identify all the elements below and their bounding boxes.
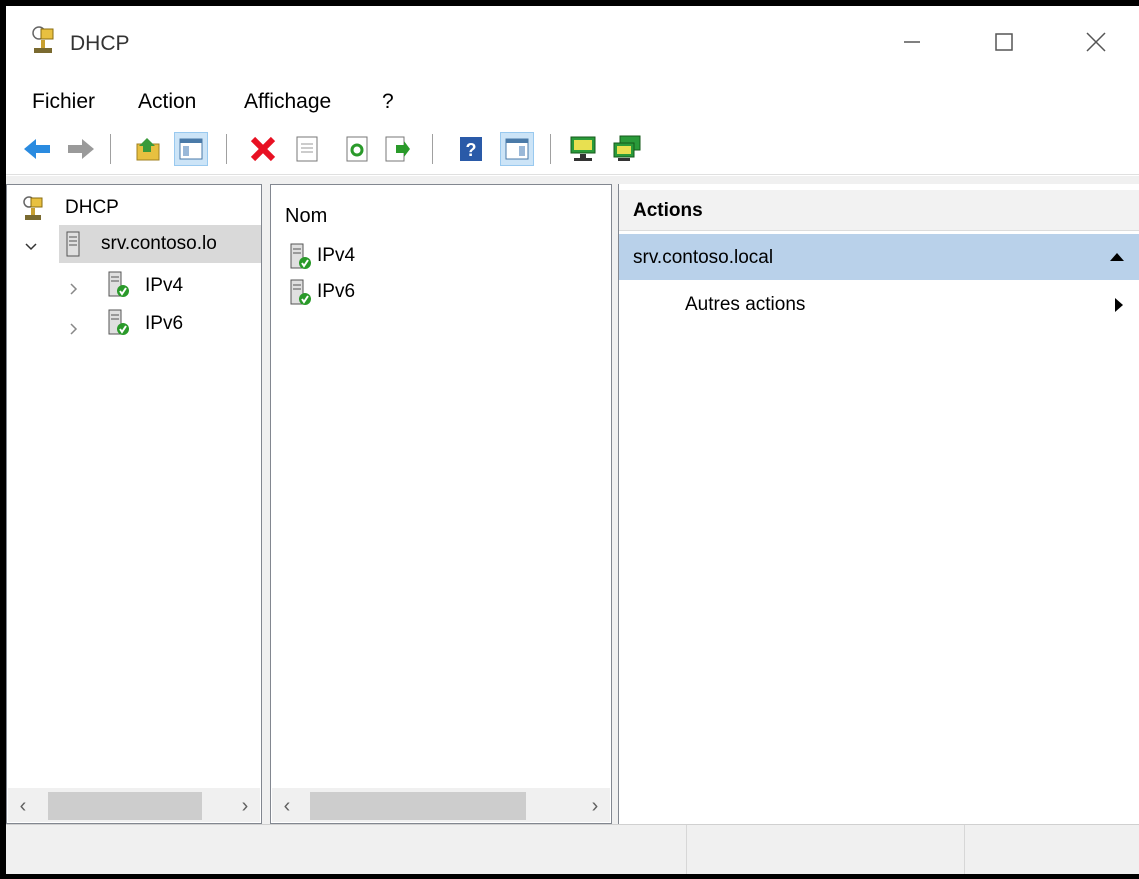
server-tower-icon: [65, 231, 81, 262]
toolbar-separator: [432, 134, 433, 164]
menu-action[interactable]: Action: [138, 90, 196, 114]
tree-pane: DHCP srv.contoso.lo IPv4 IPv6 ‹ ›: [6, 184, 262, 824]
actions-pane: Actions srv.contoso.local Autres actions: [618, 184, 1139, 824]
menu-affichage[interactable]: Affichage: [244, 90, 331, 114]
tree-server-label: srv.contoso.lo: [101, 233, 217, 254]
dhcp-root-icon: [21, 195, 45, 226]
toolbar-separator: [110, 134, 111, 164]
tree-horizontal-scrollbar[interactable]: ‹ ›: [8, 788, 260, 822]
status-divider: [964, 825, 965, 874]
ipv6-server-icon: [107, 309, 131, 342]
svg-text:?: ?: [466, 140, 477, 160]
status-bar: [6, 824, 1139, 874]
menu-fichier[interactable]: Fichier: [32, 90, 95, 114]
list-item[interactable]: IPv4: [317, 245, 355, 267]
column-header-nom[interactable]: Nom: [285, 205, 327, 228]
tree-root-label[interactable]: DHCP: [65, 197, 119, 219]
actions-title: Actions: [633, 200, 703, 221]
scroll-left-icon[interactable]: ‹: [274, 792, 300, 820]
tree-item-label[interactable]: IPv4: [145, 275, 183, 297]
scrollbar-thumb[interactable]: [48, 792, 202, 820]
toolbar-separator: [550, 134, 551, 164]
submenu-arrow-icon: [1113, 297, 1125, 318]
help-icon[interactable]: ?: [454, 132, 488, 166]
actions-group-title: srv.contoso.local: [633, 247, 774, 268]
result-pane: Nom IPv4 IPv6 ‹ ›: [270, 184, 612, 824]
forward-icon[interactable]: [64, 132, 98, 166]
scroll-left-icon[interactable]: ‹: [10, 792, 36, 820]
back-icon[interactable]: [20, 132, 54, 166]
dhcp-window: DHCP Fichier Action Affichage ? ? DHCP s…: [6, 6, 1139, 874]
ipv4-server-icon: [289, 243, 313, 276]
list-item[interactable]: IPv6: [317, 281, 355, 303]
ipv4-server-icon: [107, 271, 131, 304]
delete-icon[interactable]: [246, 132, 280, 166]
menu-bar: Fichier Action Affichage ?: [6, 82, 1139, 118]
chevron-down-icon[interactable]: [23, 239, 39, 260]
scroll-right-icon[interactable]: ›: [232, 792, 258, 820]
server-network-icon[interactable]: [610, 132, 644, 166]
collapse-up-icon[interactable]: [1109, 250, 1125, 268]
console-panes: DHCP srv.contoso.lo IPv4 IPv6 ‹ › Nom IP…: [6, 176, 1139, 824]
toolbar: ?: [6, 124, 1139, 175]
refresh-icon[interactable]: [340, 132, 374, 166]
result-horizontal-scrollbar[interactable]: ‹ ›: [272, 788, 610, 822]
up-folder-icon[interactable]: [132, 132, 166, 166]
tree-item-label[interactable]: IPv6: [145, 313, 183, 335]
show-tree-icon[interactable]: [174, 132, 208, 166]
chevron-right-icon[interactable]: [67, 281, 81, 302]
dhcp-app-icon: [30, 26, 56, 54]
status-divider: [686, 825, 687, 874]
window-title: DHCP: [70, 32, 130, 55]
menu-help[interactable]: ?: [382, 90, 394, 114]
show-action-pane-icon[interactable]: [500, 132, 534, 166]
tree-server-node[interactable]: srv.contoso.lo: [59, 225, 261, 263]
maximize-button[interactable]: [974, 20, 1034, 64]
toolbar-separator: [226, 134, 227, 164]
minimize-button[interactable]: [882, 20, 942, 64]
scroll-right-icon[interactable]: ›: [582, 792, 608, 820]
actions-header: Actions: [619, 190, 1139, 231]
export-icon[interactable]: [380, 132, 414, 166]
chevron-right-icon[interactable]: [67, 321, 81, 342]
server-icon[interactable]: [566, 132, 600, 166]
action-item-label: Autres actions: [685, 294, 806, 315]
close-button[interactable]: [1066, 20, 1126, 64]
properties-icon[interactable]: [290, 132, 324, 166]
ipv6-server-icon: [289, 279, 313, 312]
action-item-autres-actions[interactable]: Autres actions: [619, 284, 1139, 324]
title-bar: DHCP: [6, 6, 1139, 78]
scrollbar-thumb[interactable]: [310, 792, 526, 820]
actions-group-server[interactable]: srv.contoso.local: [619, 234, 1139, 280]
